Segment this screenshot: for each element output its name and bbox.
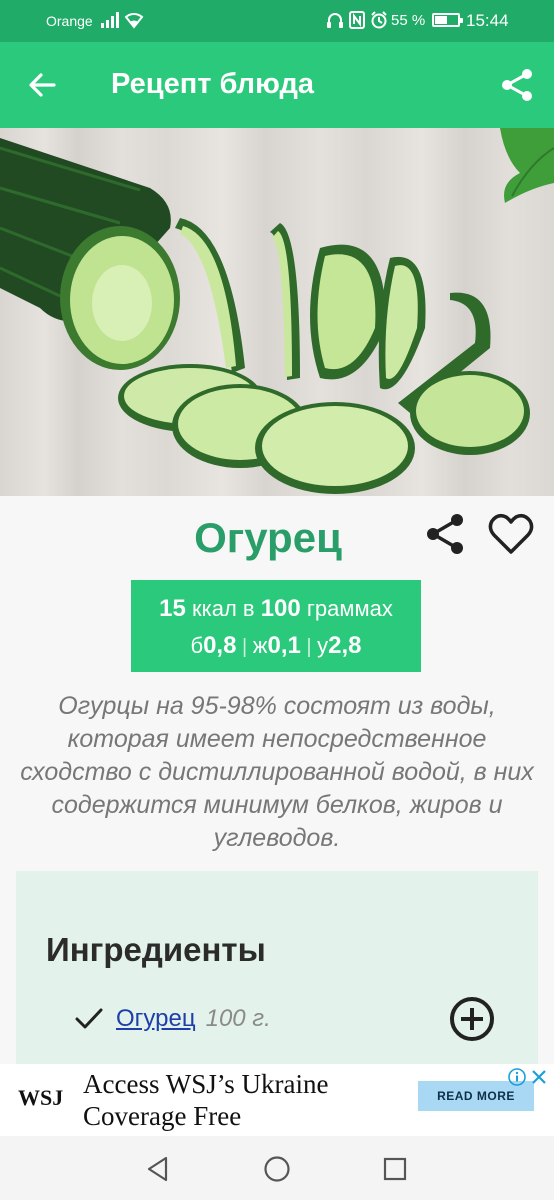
info-icon[interactable]: [508, 1068, 526, 1086]
page-title: Рецепт блюда: [111, 68, 315, 100]
recipe-image: [0, 128, 554, 496]
ad-headline[interactable]: Access WSJ’s Ukraine Coverage Free: [83, 1068, 403, 1132]
headphones-icon: [327, 13, 343, 28]
carrier-name: Orange: [46, 13, 93, 29]
arrow-left-icon[interactable]: [24, 67, 60, 103]
battery-icon: [432, 13, 463, 27]
carbs-value: 2,8: [328, 632, 362, 659]
macros-line: б0,8 | ж0,1 | у2,8: [131, 632, 421, 660]
separator: |: [236, 636, 253, 658]
status-bar: Orange 55 % 15:44: [0, 0, 554, 42]
ingredient-quantity: 100 г.: [205, 1005, 271, 1032]
app-bar: Рецепт блюда: [0, 42, 554, 128]
ingredient-item: Огурец 100 г.: [74, 1004, 271, 1034]
heart-outline-icon[interactable]: [486, 510, 536, 558]
recipe-content: Огурец 15 ккал в 100 граммах б0,8 | ж0,1…: [0, 496, 554, 1064]
cucumber-illustration: [0, 128, 554, 494]
square-recents-icon[interactable]: [380, 1154, 410, 1184]
ingredients-card: Ингредиенты Огурец 100 г.: [16, 871, 538, 1064]
nfc-icon: [349, 11, 365, 29]
plus-circle-icon[interactable]: [448, 995, 496, 1043]
ad-logo: WSJ: [18, 1085, 64, 1110]
status-icons: [326, 11, 388, 29]
separator: |: [300, 636, 318, 658]
check-icon: [75, 1008, 103, 1029]
share-icon[interactable]: [422, 510, 470, 558]
ingredients-heading: Ингредиенты: [46, 931, 266, 968]
ingredient-link[interactable]: Огурец: [116, 1005, 196, 1033]
nutrition-box: 15 ккал в 100 граммах б0,8 | ж0,1 | у2,8: [131, 580, 421, 672]
fat-label: ж: [252, 633, 268, 658]
wifi-icon: [124, 13, 144, 29]
calories-line: 15 ккал в 100 граммах: [131, 595, 421, 623]
protein-label: б: [190, 633, 204, 658]
close-icon[interactable]: [530, 1068, 548, 1086]
fat-value: 0,1: [267, 632, 301, 659]
battery-percent: 55 %: [391, 12, 426, 29]
alarm-icon: [371, 11, 387, 29]
triangle-back-icon[interactable]: [143, 1154, 173, 1184]
carbs-label: у: [317, 633, 329, 658]
signal-icon: [101, 12, 119, 28]
amount-value: 100: [260, 595, 301, 622]
protein-value: 0,8: [203, 632, 237, 659]
clock: 15:44: [466, 11, 509, 30]
system-nav-bar: [0, 1136, 554, 1200]
food-description: Огурцы на 95-98% состоят из воды, котора…: [20, 692, 534, 852]
kcal-label: ккал в: [185, 596, 261, 621]
ad-banner[interactable]: WSJ Access WSJ’s Ukraine Coverage Free R…: [0, 1064, 554, 1136]
share-icon[interactable]: [498, 66, 536, 104]
circle-home-icon[interactable]: [262, 1154, 292, 1184]
kcal-value: 15: [159, 595, 186, 622]
amount-label: граммах: [300, 596, 393, 621]
